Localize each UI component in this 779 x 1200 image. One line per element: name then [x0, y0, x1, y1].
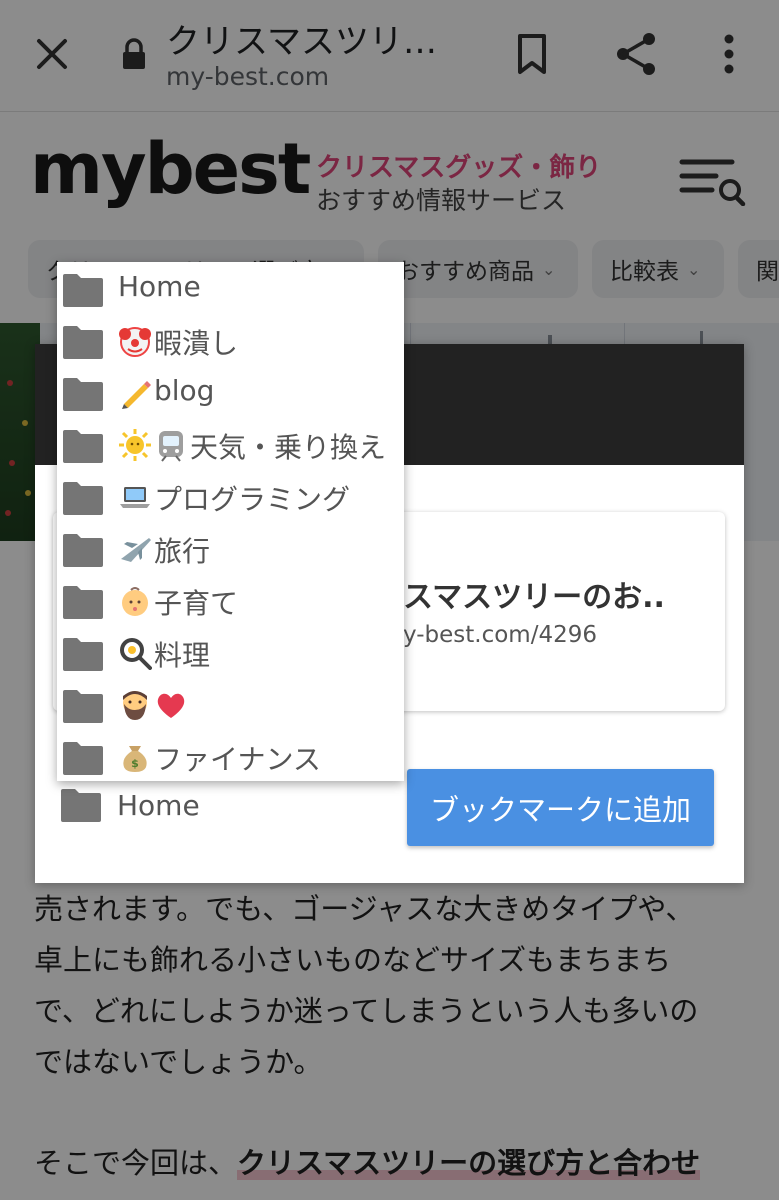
- cooking-icon: [120, 638, 152, 670]
- folder-item-travel[interactable]: 旅行: [57, 524, 404, 576]
- train-icon: [159, 431, 183, 462]
- folder-label: プログラミング: [154, 483, 351, 516]
- folder-label: 暇潰し: [154, 327, 239, 360]
- folder-item-programming[interactable]: プログラミング: [57, 472, 404, 524]
- folder-label: ファイナンス: [154, 743, 321, 776]
- bookmark-title: スマスツリーのお..: [403, 580, 665, 615]
- baby-icon: [122, 587, 148, 616]
- bookmark-url: y-best.com/4296: [403, 622, 597, 648]
- folder-icon: [63, 638, 103, 671]
- folder-label: 子育て: [154, 587, 239, 620]
- folder-icon: [63, 430, 103, 463]
- folder-label: Home: [118, 270, 201, 303]
- folder-label: blog: [154, 374, 215, 407]
- folder-dropdown-menu: Home 暇潰し blog 天気・乗り換え プログラミング 旅行 子育て 料理 …: [57, 262, 404, 781]
- folder-item-timekill[interactable]: 暇潰し: [57, 316, 404, 368]
- folder-selector[interactable]: Home: [59, 787, 200, 823]
- folder-item-home[interactable]: Home: [57, 264, 404, 316]
- folder-item-parenting[interactable]: 子育て: [57, 576, 404, 628]
- folder-label: 旅行: [154, 535, 211, 568]
- clown-face-icon: [119, 327, 151, 357]
- selected-folder-label: Home: [117, 788, 200, 822]
- folder-item-personal[interactable]: [57, 680, 404, 732]
- folder-icon: [63, 690, 103, 723]
- sun-with-face-icon: [119, 429, 151, 461]
- folder-icon: [63, 742, 103, 775]
- folder-label: 料理: [154, 639, 211, 672]
- folder-icon: [63, 326, 103, 359]
- money-bag-icon: $: [123, 746, 147, 772]
- folder-item-finance[interactable]: $ ファイナンス: [57, 732, 404, 781]
- add-bookmark-button[interactable]: ブックマークに追加: [407, 769, 714, 846]
- folder-icon: [63, 482, 103, 515]
- bearded-man-icon: [123, 691, 147, 720]
- folder-item-cooking[interactable]: 料理: [57, 628, 404, 680]
- folder-label: 天気・乗り換え: [190, 431, 387, 464]
- folder-icon: [63, 586, 103, 619]
- folder-item-weather-transit[interactable]: 天気・乗り換え: [57, 420, 404, 472]
- folder-icon: [63, 378, 103, 411]
- folder-icon: [63, 274, 103, 307]
- red-heart-icon: [157, 693, 185, 718]
- svg-text:$: $: [131, 757, 139, 770]
- pencil-icon: [122, 381, 151, 409]
- folder-item-blog[interactable]: blog: [57, 368, 404, 420]
- folder-icon: [63, 534, 103, 567]
- laptop-icon: [120, 487, 150, 508]
- airplane-icon: [121, 538, 151, 562]
- folder-icon: [61, 789, 101, 822]
